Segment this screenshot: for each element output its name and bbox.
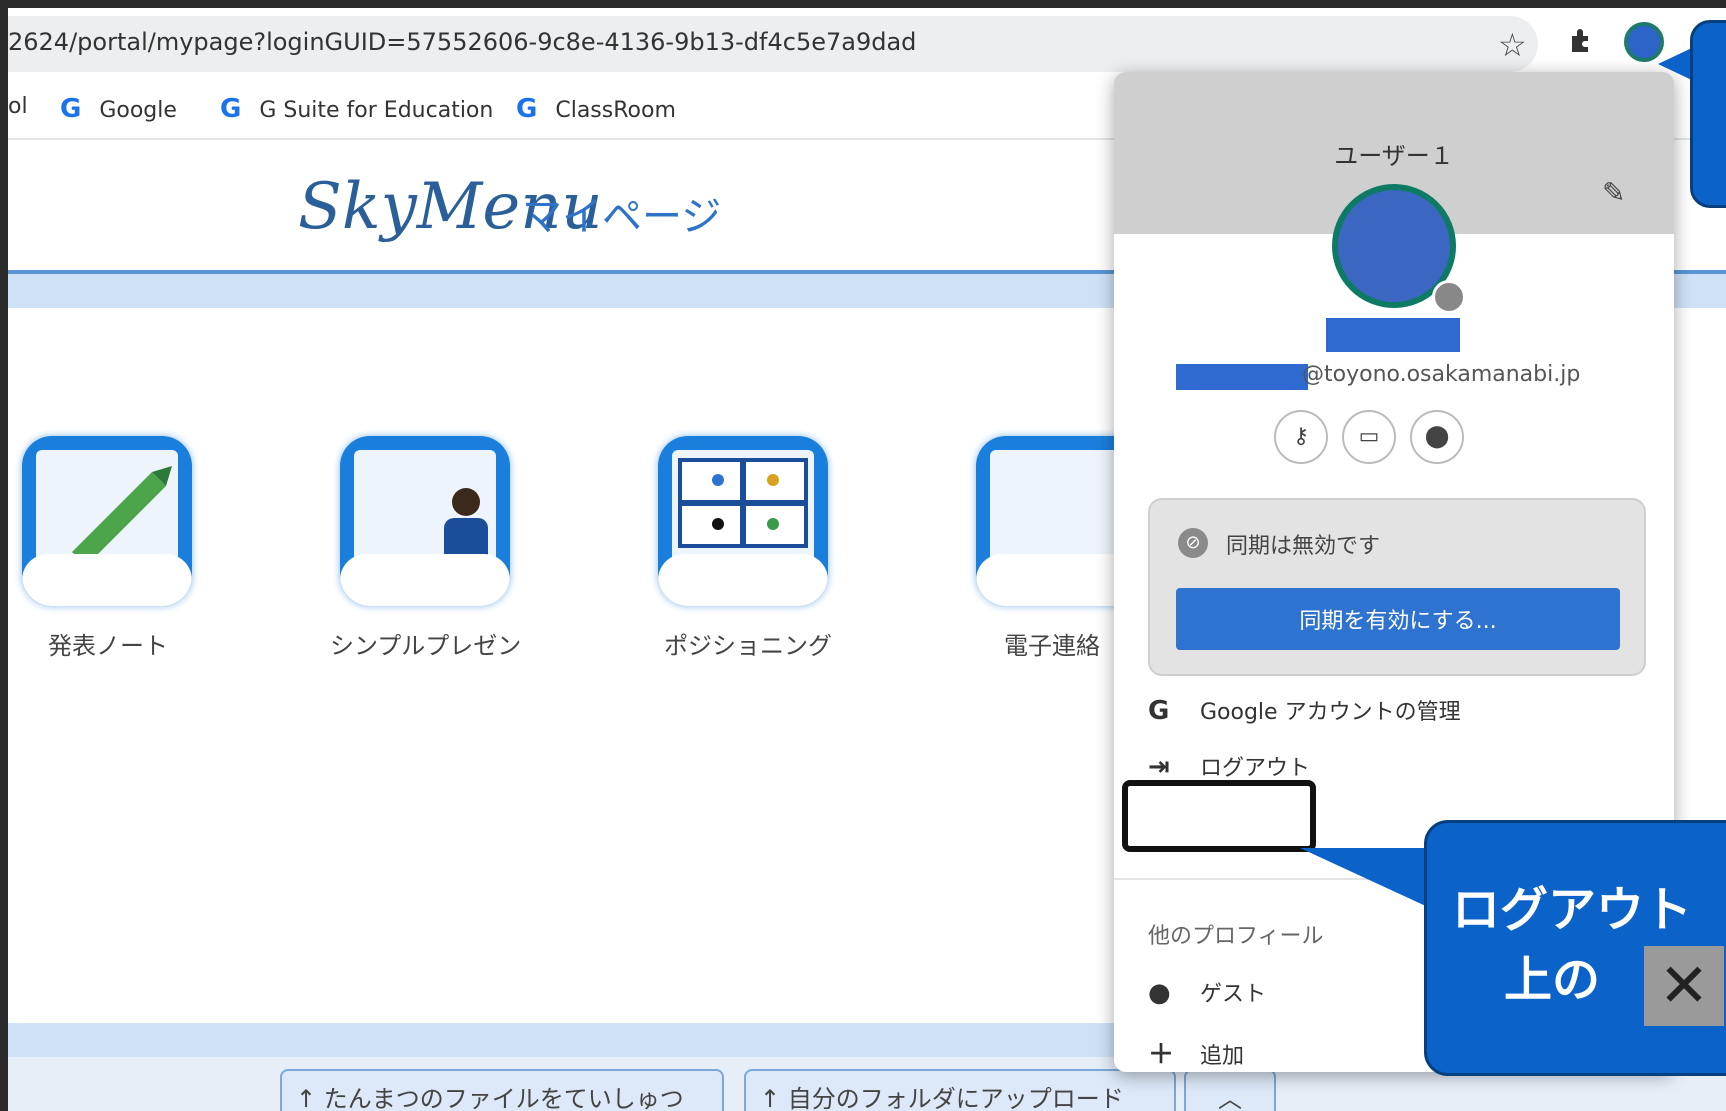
address-bar[interactable]: 2624/portal/mypage?loginGUID=57552606-9c… [8,16,1538,72]
sync-section: ⊘ 同期は無効です 同期を有効にする... [1148,498,1646,676]
google-g-icon: G [1148,696,1170,726]
extensions-icon[interactable] [1566,26,1594,54]
upload-icon: ↑ [296,1085,317,1111]
enable-sync-button[interactable]: 同期を有効にする... [1176,588,1620,650]
logout-icon: ⇥ [1148,752,1170,782]
simple-presentation-icon [340,436,510,606]
other-profiles-title: 他のプロフィール [1148,924,1324,949]
callout-text: ログアウト [1452,882,1693,938]
redacted-email [1176,364,1308,390]
google-g-icon: G [220,94,242,124]
payment-card-icon[interactable]: ▭ [1342,410,1396,464]
submit-file-button[interactable]: ↑ たんまつのファイルをていしゅつ [280,1069,724,1111]
positioning-icon [658,436,828,606]
google-g-icon: G [60,94,82,124]
chevron-up-icon: ︿ [1218,1085,1242,1111]
bookmark-gsuite[interactable]: GG Suite for Education [220,94,493,124]
logout-highlight-box [1122,780,1316,852]
add-profile[interactable]: ＋追加 [1148,1034,1244,1071]
bookmark-google[interactable]: G Google [60,94,177,124]
sync-off-badge-icon [1432,280,1466,314]
account-circle-icon: ● [1148,978,1171,1008]
address-pin-icon[interactable]: ⬤ [1410,410,1464,464]
google-g-icon: G [516,94,538,124]
app-label: 電子連絡 [1004,632,1100,660]
profile-email: @toyono.osakamanabi.jp [1302,362,1581,387]
app-label: ポジショニング [664,632,832,660]
sync-disabled-icon: ⊘ [1178,528,1208,558]
app-tile-presentation-note[interactable] [22,436,192,606]
callout-bubble-top [1690,20,1726,208]
edit-pencil-icon[interactable]: ✎ [1602,176,1625,209]
plus-icon: ＋ [1148,1040,1175,1070]
profile-name: ユーザー１ [1334,142,1454,170]
bookmark-star-icon[interactable]: ☆ [1498,26,1527,64]
upload-folder-button[interactable]: ↑ 自分のフォルダにアップロード [744,1069,1176,1111]
guest-profile[interactable]: ● ゲスト [1148,976,1266,1008]
quadrant-chart-icon [678,458,808,548]
url-text: 2624/portal/mypage?loginGUID=57552606-9c… [8,28,917,56]
app-label: シンプルプレゼン [330,632,522,660]
app-tile-simple-presentation[interactable] [340,436,510,606]
collapse-button[interactable]: ︿ [1184,1069,1276,1111]
redacted-name [1326,318,1460,352]
close-icon: ✕ [1644,946,1724,1026]
manage-google-account[interactable]: G Google アカウントの管理 [1148,694,1461,726]
upload-icon: ↑ [760,1085,781,1111]
mypage-title: マイページ [522,194,722,240]
logout-item[interactable]: ⇥ ログアウト [1148,750,1310,782]
presenter-icon [444,488,488,564]
callout-text: 上の [1504,952,1601,1008]
bookmark-classroom[interactable]: G ClassRoom [516,94,676,124]
app-tile-positioning[interactable] [658,436,828,606]
callout-pointer [1300,848,1430,908]
pencil-icon [72,466,172,562]
bookmark-item[interactable]: ol [8,94,28,119]
app-label: 発表ノート [48,632,168,660]
password-key-icon[interactable]: ⚷ [1274,410,1328,464]
presentation-note-icon [22,436,192,606]
sync-status: 同期は無効です [1226,534,1381,559]
